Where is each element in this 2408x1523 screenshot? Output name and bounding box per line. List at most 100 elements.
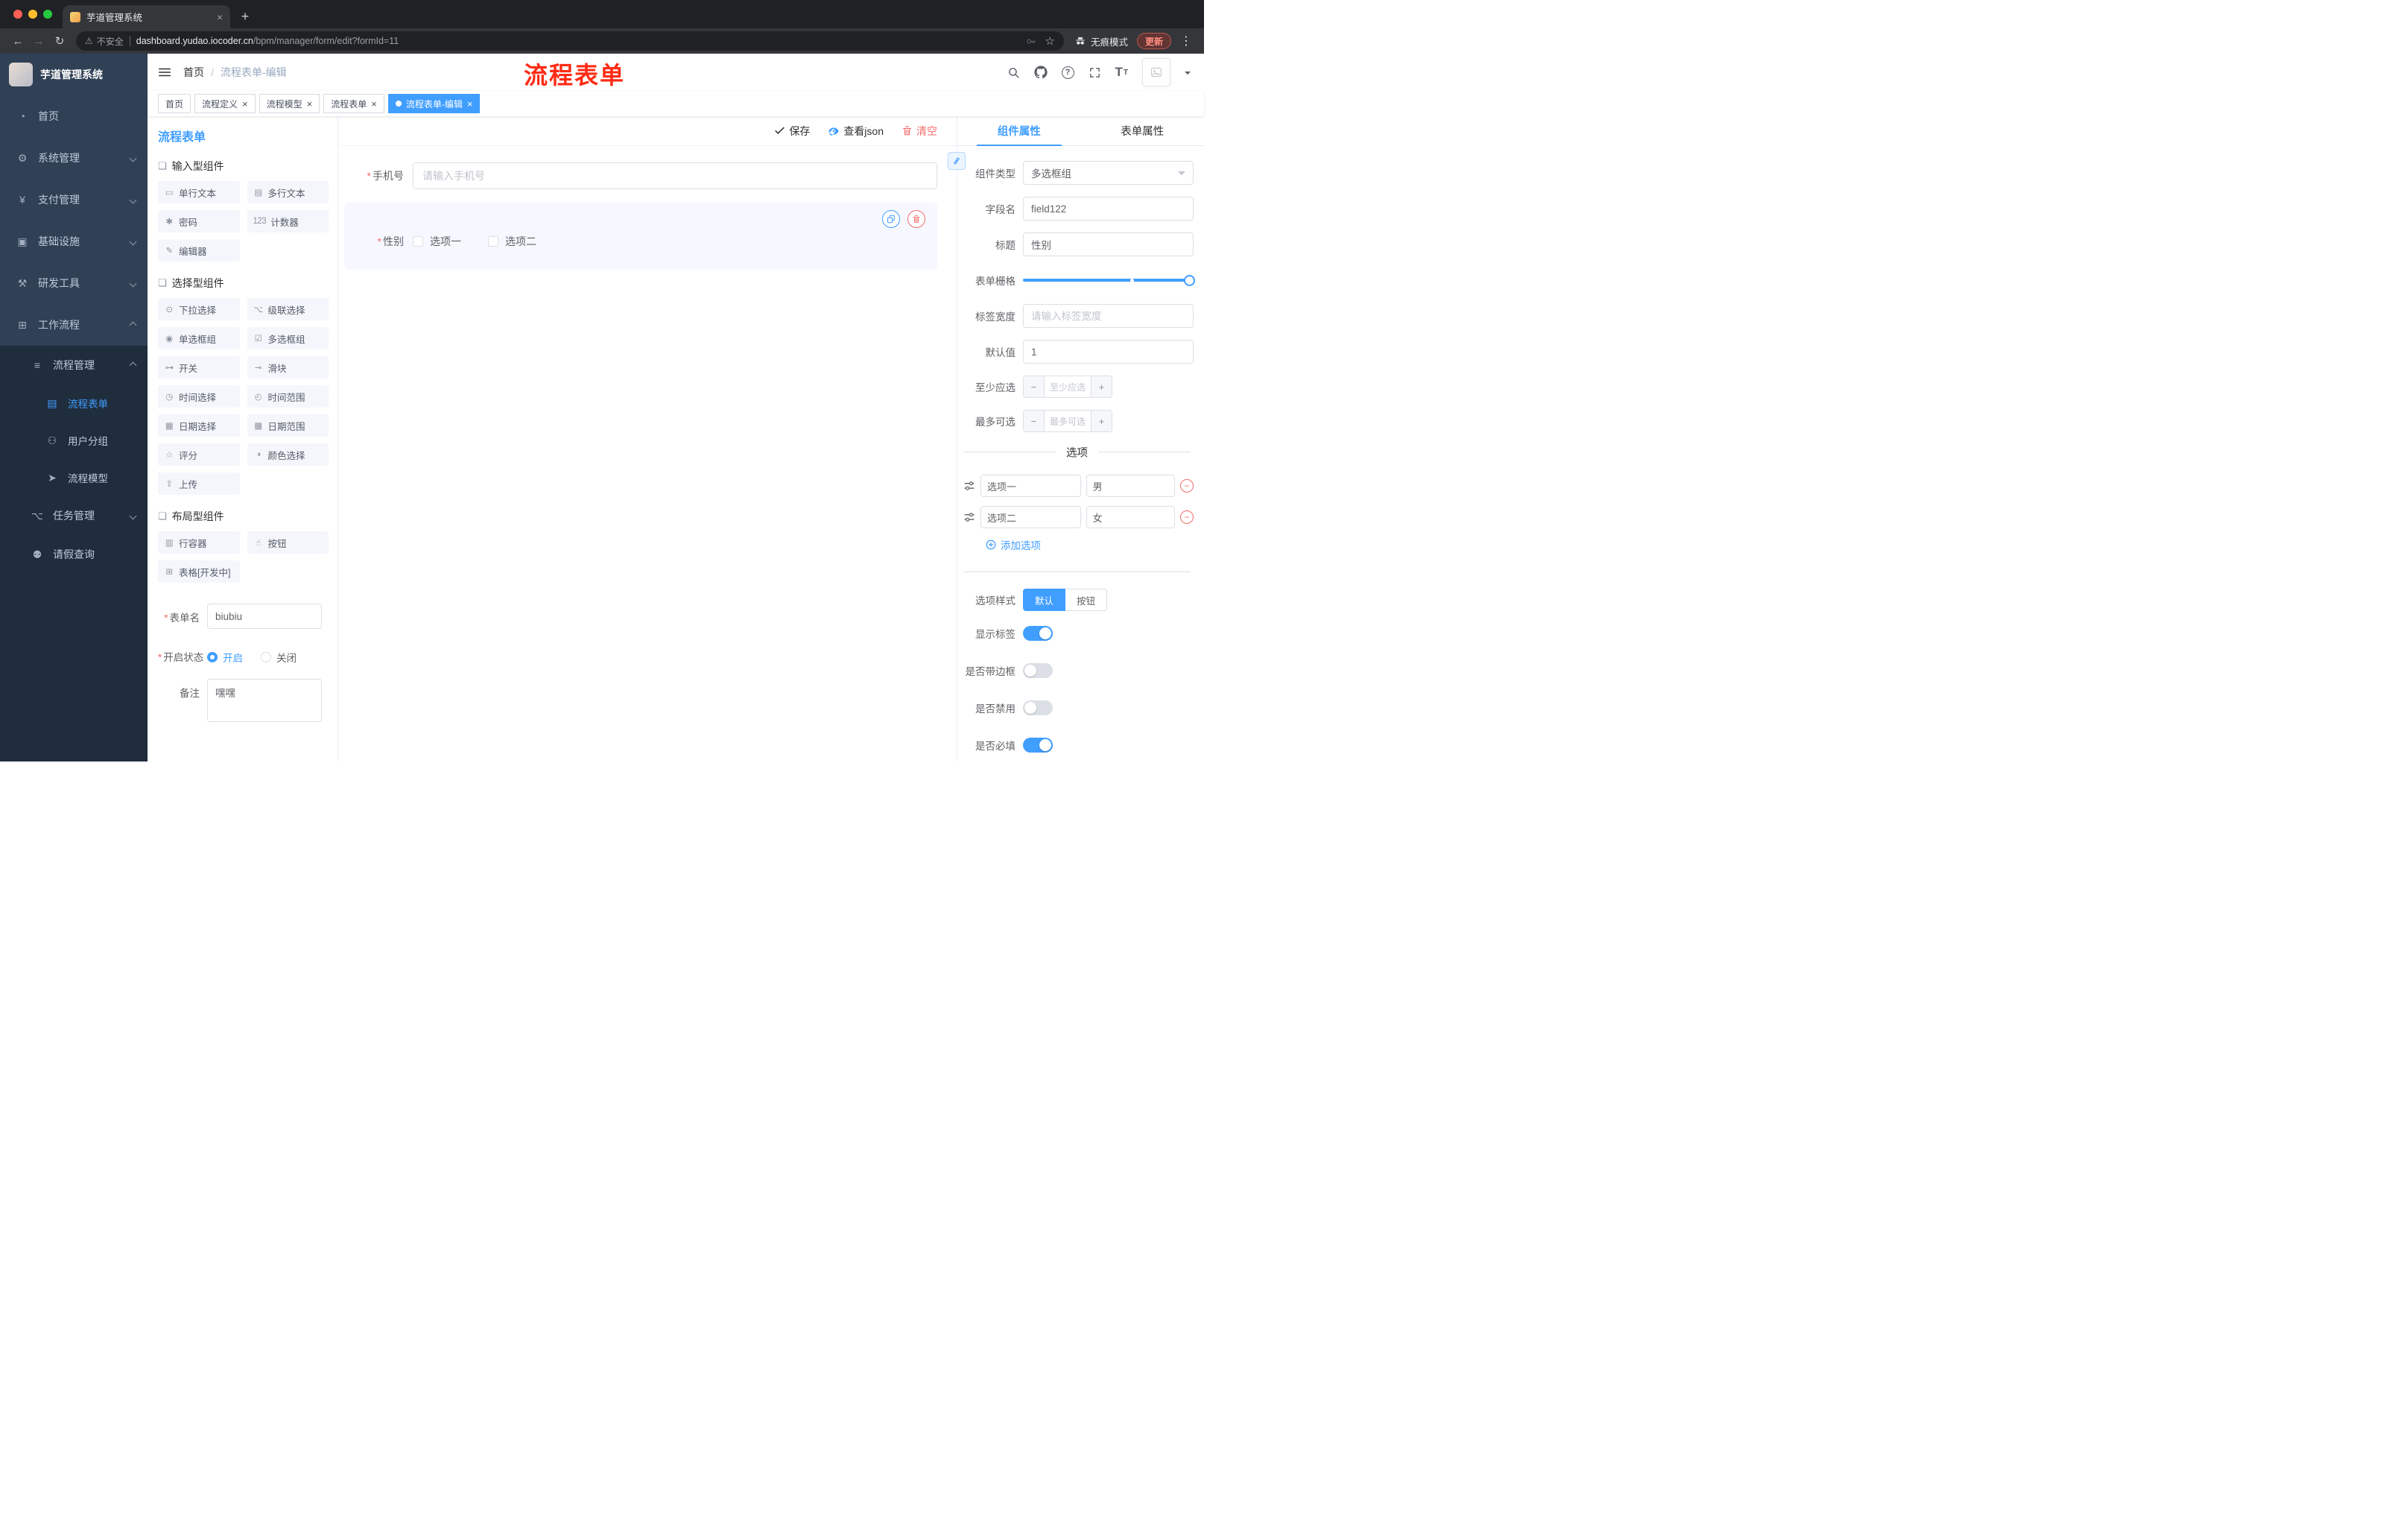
increase-button[interactable]: + [1091,376,1112,397]
palette-item[interactable]: ⊶ 开关 [158,356,240,379]
forward-button[interactable]: → [28,31,49,51]
slider-handle[interactable] [1184,275,1195,286]
view-json-button[interactable]: 查看json [828,124,884,139]
tag-process-definition[interactable]: 流程定义 × [194,94,256,113]
delete-component-button[interactable] [907,210,925,228]
option-name-input[interactable] [980,475,1081,497]
phone-input[interactable] [413,162,937,189]
max-select-value[interactable]: 最多可选 [1045,411,1091,431]
option-name-input[interactable] [980,506,1081,528]
palette-item[interactable]: ▤ 多行文本 [247,181,329,203]
sidebar-item-system[interactable]: ⚙ 系统管理 [0,137,148,179]
sidebar-item-user-group[interactable]: ⚇ 用户分组 [0,422,148,459]
fullscreen-icon[interactable] [1089,66,1101,79]
browser-tab[interactable]: 芋道管理系统 × [63,5,230,28]
form-grid-slider[interactable] [1023,268,1195,292]
tag-close-icon[interactable]: × [242,99,248,109]
sidebar-item-process-management[interactable]: ≡ 流程管理 [0,346,148,384]
palette-item[interactable]: ⊙ 下拉选择 [158,298,240,320]
palette-item[interactable]: ✎ 编辑器 [158,239,240,262]
tag-close-icon[interactable]: × [371,99,377,109]
style-button-button[interactable]: 按钮 [1065,589,1108,611]
tab-close-button[interactable]: × [217,11,223,23]
close-window-button[interactable] [13,10,22,19]
status-off-radio[interactable]: 关闭 [261,650,297,665]
avatar[interactable] [1142,58,1170,86]
remove-option-button[interactable]: − [1180,510,1194,524]
sidebar-item-process-model[interactable]: ➤ 流程模型 [0,459,148,496]
palette-item[interactable]: ▥ 行容器 [158,531,240,554]
sidebar-item-home[interactable]: ◔ 首页 [0,95,148,137]
github-icon[interactable] [1033,66,1048,79]
tag-process-model[interactable]: 流程模型 × [259,94,320,113]
tab-component-properties[interactable]: 组件属性 [957,116,1081,146]
field-name-input[interactable] [1023,197,1194,221]
form-name-input[interactable] [207,604,322,629]
copy-component-button[interactable] [882,210,900,228]
tag-home[interactable]: 首页 [158,94,191,113]
password-key-icon[interactable] [1025,36,1036,47]
palette-item[interactable]: ⊸ 滑块 [247,356,329,379]
sidebar-item-devtools[interactable]: ⚒ 研发工具 [0,262,148,304]
min-select-value[interactable]: 至少应选 [1045,376,1091,397]
tag-close-icon[interactable]: × [307,99,313,109]
avatar-caret-icon[interactable] [1185,71,1191,77]
clear-button[interactable]: 清空 [902,124,937,139]
back-button[interactable]: ← [7,31,28,51]
link-icon[interactable] [948,152,966,170]
minimize-window-button[interactable] [28,10,37,19]
hamburger-icon[interactable] [158,66,171,79]
canvas-field-gender-selected[interactable]: * 性别 选项一 选项二 [344,203,937,270]
palette-item[interactable]: ▩ 日期范围 [247,414,329,437]
zoom-window-button[interactable] [43,10,52,19]
canvas-field-phone[interactable]: * 手机号 [344,162,937,189]
option-value-input[interactable] [1086,506,1175,528]
reload-button[interactable]: ↻ [49,31,70,51]
help-icon[interactable]: ? [1061,66,1074,79]
new-tab-button[interactable]: + [235,6,256,27]
sidebar-item-workflow[interactable]: ⊞ 工作流程 [0,304,148,346]
palette-item[interactable]: ✱ 密码 [158,210,240,232]
font-size-icon[interactable]: TT [1115,65,1129,80]
palette-item[interactable]: ◷ 时间选择 [158,385,240,408]
decrease-button[interactable]: − [1024,376,1045,397]
palette-item[interactable]: ⌥ 级联选择 [247,298,329,320]
save-button[interactable]: 保存 [774,124,810,139]
title-input[interactable] [1023,232,1194,256]
palette-item[interactable]: ☑ 多选框组 [247,327,329,349]
style-default-button[interactable]: 默认 [1023,589,1066,611]
status-on-radio[interactable]: 开启 [207,650,243,665]
browser-update-button[interactable]: 更新 [1136,33,1171,49]
palette-item[interactable]: ☝ 按钮 [247,531,329,554]
breadcrumb-home-link[interactable]: 首页 [183,65,204,80]
gender-option1-checkbox[interactable]: 选项一 [413,234,461,249]
sidebar-item-process-form[interactable]: ▤ 流程表单 [0,384,148,422]
disabled-switch[interactable] [1023,700,1053,715]
palette-item[interactable]: ⊞ 表格[开发中] [158,560,240,583]
default-value-input[interactable] [1023,340,1194,364]
sidebar-item-task-management[interactable]: ⌥ 任务管理 [0,496,148,535]
tag-process-form-edit[interactable]: 流程表单-编辑 × [387,94,481,113]
remove-option-button[interactable]: − [1180,479,1194,493]
bookmark-star-icon[interactable]: ☆ [1045,34,1055,48]
label-width-input[interactable] [1023,304,1194,328]
gender-option2-checkbox[interactable]: 选项二 [488,234,536,249]
increase-button[interactable]: + [1091,411,1112,431]
palette-item[interactable]: ▦ 日期选择 [158,414,240,437]
sidebar-item-infrastructure[interactable]: ▣ 基础设施 [0,221,148,262]
palette-item[interactable]: ◑ 颜色选择 [247,443,329,466]
decrease-button[interactable]: − [1024,411,1045,431]
required-switch[interactable] [1023,738,1053,753]
palette-item[interactable]: ◉ 单选框组 [158,327,240,349]
add-option-button[interactable]: 添加选项 [986,537,1194,552]
palette-item[interactable]: ⇪ 上传 [158,472,240,495]
palette-item[interactable]: ◴ 时间范围 [247,385,329,408]
tag-process-form[interactable]: 流程表单 × [323,94,384,113]
form-remark-textarea[interactable]: 嘿嘿 [207,679,322,722]
site-security-chip[interactable]: ⚠ 不安全 [85,35,124,48]
address-bar[interactable]: ⚠ 不安全 dashboard.yudao.iocoder.cn /bpm/ma… [76,31,1064,51]
option-value-input[interactable] [1086,475,1175,497]
component-type-select[interactable]: 多选框组 [1023,161,1194,185]
sidebar-logo[interactable]: 芋道管理系统 [0,54,148,95]
palette-item[interactable]: ☆ 评分 [158,443,240,466]
